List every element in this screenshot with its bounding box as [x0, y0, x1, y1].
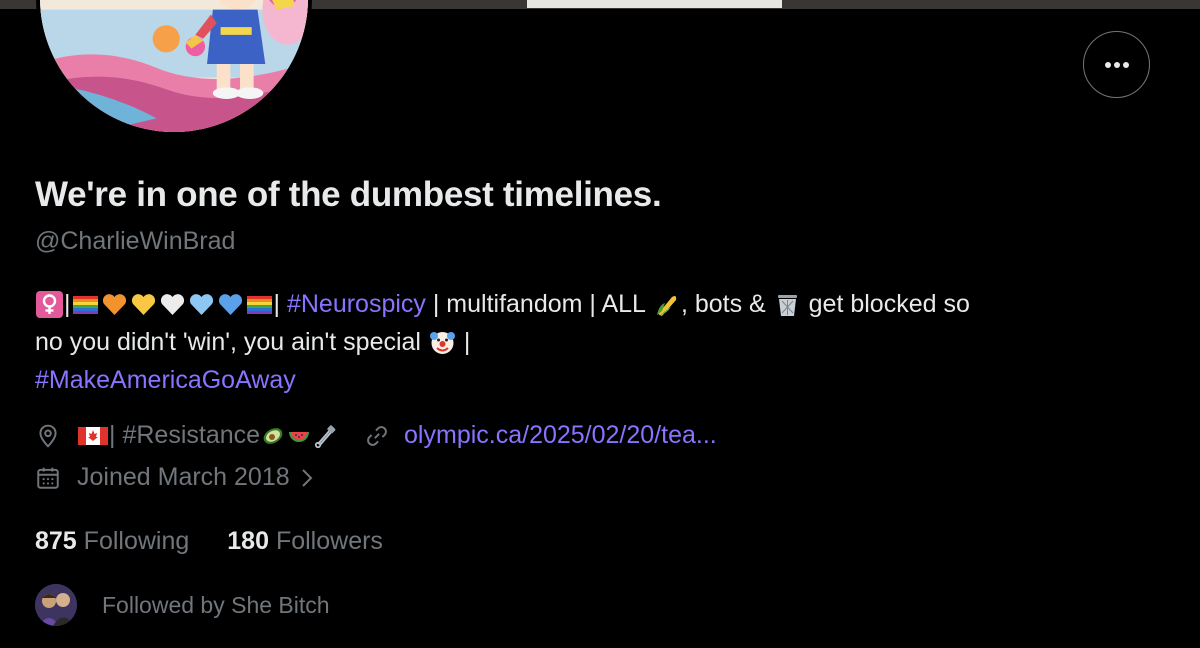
female-sign-emoji-icon: [36, 290, 63, 318]
following-label: Following: [83, 527, 190, 555]
more-options-button[interactable]: [1083, 31, 1150, 98]
yellow-heart-emoji-icon: [131, 293, 155, 315]
corn-emoji-icon: [656, 295, 677, 316]
wastebasket-emoji-icon: [777, 294, 797, 316]
light-blue-heart-emoji-icon: [189, 293, 213, 315]
following-count: 875: [35, 527, 77, 555]
orange-heart-emoji-icon: [102, 293, 126, 315]
bio-text: |: [456, 328, 471, 356]
location-pin-icon: [39, 424, 57, 448]
location-hashtag: #Resistance: [122, 421, 261, 449]
profile-location: | #Resistance: [77, 421, 338, 450]
bio-line-1: | | #Neurospicy | multifandom | ALL , bo…: [35, 285, 1175, 323]
bio-text: , bots &: [680, 290, 773, 318]
bio-text: | multifandom | ALL: [425, 290, 652, 318]
profile-website-link[interactable]: olympic.ca/2025/02/20/tea...: [404, 421, 717, 450]
profile-stats: 875 Following 180 Followers: [35, 527, 421, 556]
location-separator: |: [109, 421, 123, 449]
bio-separator: |: [273, 290, 287, 318]
profile-bio: | | #Neurospicy | multifandom | ALL , bo…: [35, 285, 1175, 399]
watermelon-emoji-icon: [289, 431, 310, 442]
canada-flag-emoji-icon: [78, 426, 108, 445]
followers-link[interactable]: 180 Followers: [227, 527, 383, 556]
hashtag-link[interactable]: #MakeAmericaGoAway: [35, 361, 296, 399]
bio-line-3: #MakeAmericaGoAway: [35, 361, 1175, 399]
user-handle: @CharlieWinBrad: [35, 227, 236, 255]
follower-avatar-image: [35, 584, 77, 626]
profile-meta-row[interactable]: Joined March 2018: [35, 463, 314, 492]
join-date: Joined March 2018: [77, 463, 290, 491]
bio-line-2: no you didn't 'win', you ain't special |: [35, 323, 1175, 361]
avatar-image: [40, 0, 308, 132]
hashtag-link[interactable]: #Neurospicy: [287, 285, 426, 323]
bio-text: get blocked so: [801, 290, 970, 318]
calendar-icon: [37, 467, 59, 489]
followed-by-text: Followed by She Bitch: [102, 591, 330, 618]
followed-by-row[interactable]: Followed by She Bitch: [35, 584, 330, 626]
followers-label: Followers: [275, 527, 383, 555]
blue-heart-emoji-icon: [218, 293, 242, 315]
avocado-emoji-icon: [263, 427, 283, 444]
banner-card: [527, 0, 782, 8]
rainbow-flag-emoji-icon: [246, 295, 272, 314]
bio-text: no you didn't 'win', you ain't special: [35, 328, 428, 356]
profile-meta-row: | #Resistance olympic.ca/2025/02/20/tea.…: [35, 421, 717, 450]
bio-separator: |: [64, 290, 71, 318]
more-horizontal-icon: [1104, 61, 1129, 68]
follower-avatar: [35, 584, 77, 626]
chevron-right-icon: [301, 468, 313, 487]
followers-count: 180: [227, 527, 269, 555]
white-heart-emoji-icon: [160, 293, 184, 315]
clown-face-emoji-icon: [429, 331, 455, 354]
link-icon: [367, 425, 387, 446]
display-name: We're in one of the dumbest timelines.: [35, 175, 662, 214]
following-link[interactable]: 875 Following: [35, 527, 189, 556]
profile-avatar[interactable]: [36, 0, 312, 136]
safety-pin-emoji-icon: [314, 424, 336, 448]
rainbow-flag-emoji-icon: [72, 295, 98, 314]
